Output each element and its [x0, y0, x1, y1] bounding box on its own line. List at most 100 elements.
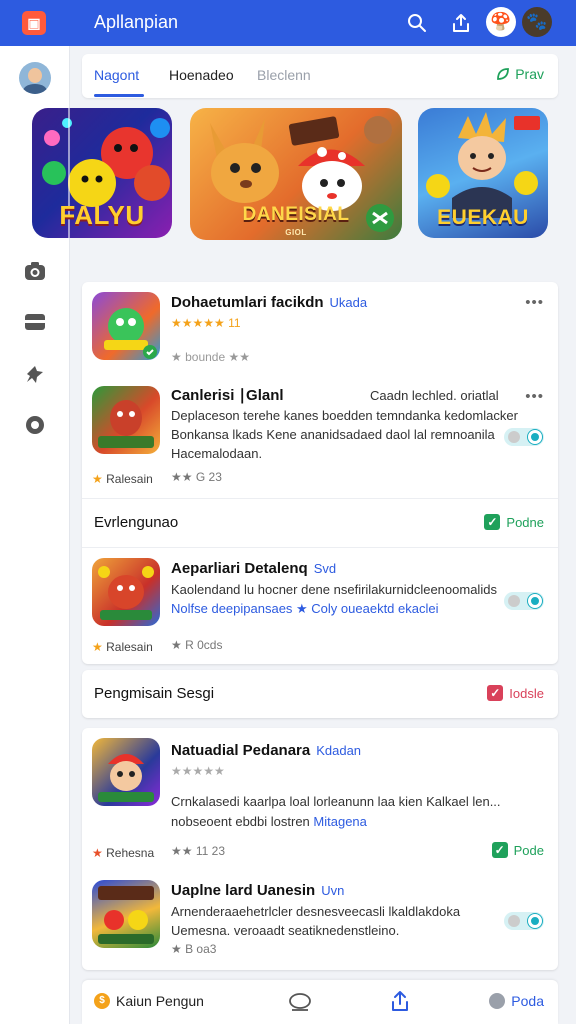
app-tag[interactable]: Svd	[314, 561, 336, 576]
meta-label: Ralesain	[106, 472, 153, 486]
enable-toggle[interactable]	[504, 592, 544, 610]
top-app-bar: ▣ Apllanpian 🍄 🐾	[0, 0, 576, 46]
more-options-icon[interactable]: •••	[525, 294, 544, 311]
search-icon[interactable]	[404, 10, 430, 36]
desc-link[interactable]: Mitagena	[313, 814, 366, 829]
app-meta: ★ Ralesain	[92, 472, 153, 486]
iodsle-button[interactable]: ✓ Iodsle	[487, 685, 544, 701]
section-card: Pengmisain Sesgi ✓ Iodsle	[82, 670, 558, 718]
pin-icon[interactable]	[22, 361, 48, 387]
app-thumbnail	[92, 292, 160, 360]
poda-button[interactable]: Poda	[489, 993, 544, 1009]
meta-label: Rehesna	[106, 846, 155, 860]
star-icon: ★	[92, 846, 103, 860]
tab-bar: Nagont Hoenadeo Bleclenn Prav	[82, 54, 558, 98]
prav-button[interactable]: Prav	[496, 66, 544, 82]
list-item[interactable]: Dohaetumlari facikdn Ukada ★★★★★ 11 ★ bou…	[82, 292, 558, 376]
rating-stars: ★★★★★ 11	[171, 316, 241, 330]
more-options-icon[interactable]: •••	[525, 388, 544, 405]
app-title-text: Aeparliari Detalenq	[171, 560, 308, 577]
app-meta: ★ Rehesna	[92, 846, 154, 860]
chat-icon[interactable]	[288, 992, 312, 1017]
active-tab-indicator	[94, 94, 144, 97]
check-icon: ✓	[487, 685, 504, 701]
tab-hoenadeo[interactable]: Hoenadeo	[169, 67, 234, 83]
app-tag: Caadn lechled. oriatlal	[370, 388, 499, 403]
section-header: Evrlengunao ✓ Podne	[82, 499, 558, 547]
featured-title-2: DANEISIAL	[242, 204, 350, 225]
check-icon: ✓	[491, 842, 508, 858]
featured-card-3[interactable]: EUEKAU	[418, 108, 548, 238]
podne-label: Podne	[506, 514, 544, 530]
app-meta: ★ Ralesain	[92, 640, 153, 654]
profile-avatar[interactable]: 🐾	[522, 7, 552, 37]
app-thumbnail	[92, 386, 160, 454]
app-description: Kaolendand lu hocner dene nsefirilakurni…	[171, 582, 497, 597]
app-title: Aeparliari Detalenq Svd	[171, 560, 336, 577]
app-rating: ★ R 0cds	[171, 638, 223, 652]
enable-toggle[interactable]	[504, 912, 544, 930]
meta-label: Ralesain	[106, 640, 153, 654]
app-description: Arnenderaaehetrlcler desnesveecasli lkal…	[171, 904, 461, 938]
pode-button[interactable]: ✓ Pode	[491, 842, 544, 858]
rating-stars: ★★★★★	[171, 764, 225, 778]
kaiun-pengun-label: Kaiun Pengun	[116, 993, 204, 1009]
app-description-link[interactable]: Nolfse deepipansaes ★ Coly oueaektd ekac…	[171, 599, 531, 618]
card-icon[interactable]	[22, 309, 48, 335]
list-item[interactable]: Natuadial Pedanara Kdadan ★★★★★ Crnkalase…	[82, 738, 558, 862]
app-tag[interactable]: Kdadan	[316, 743, 361, 758]
app-title-text: Uaplne lard Uanesin	[171, 882, 316, 899]
featured-title-3: EUEKAU	[437, 206, 529, 229]
app-list-card: Natuadial Pedanara Kdadan ★★★★★ Crnkalase…	[82, 728, 558, 970]
prav-label: Prav	[515, 66, 544, 82]
app-thumbnail	[92, 558, 160, 626]
app-list-card: Dohaetumlari facikdn Ukada ★★★★★ 11 ★ bou…	[82, 282, 558, 664]
section-label: Evrlengunao	[94, 514, 179, 531]
app-logo-icon[interactable]: ▣	[22, 11, 46, 35]
pode-label: Pode	[513, 842, 544, 858]
camera-icon[interactable]	[22, 258, 48, 284]
app-rating: ★★ G 23	[171, 470, 222, 484]
circle-icon	[489, 993, 506, 1009]
divider	[82, 547, 558, 548]
featured-title-1: FALYU	[59, 200, 145, 230]
featured-card-2[interactable]: DANEISIAL GIOL	[190, 108, 402, 240]
rating-sub: ★ bounde ★★	[171, 350, 250, 364]
poda-label: Poda	[511, 993, 544, 1009]
featured-subtitle-2: GIOL	[285, 228, 307, 237]
app-title-text: Natuadial Pedanara	[171, 742, 311, 759]
list-item[interactable]: Uaplne lard Uanesin Uvn Arnenderaaehetrlc…	[82, 880, 558, 964]
share-icon[interactable]	[448, 10, 474, 36]
leaf-icon	[497, 68, 510, 80]
tab-nagont[interactable]: Nagont	[94, 67, 139, 83]
list-item[interactable]: Aeparliari Detalenq Svd Kaolendand lu hoc…	[82, 558, 558, 658]
desc-tail: nobseoent ebdbi lostren	[171, 814, 310, 829]
kaiun-pengun-button[interactable]: $ Kaiun Pengun	[94, 993, 204, 1009]
app-title: Apllanpian	[94, 12, 179, 32]
app-description: Deplaceson terehe kanes boedden temndank…	[171, 408, 518, 461]
app-tag[interactable]: Uvn	[321, 883, 344, 898]
section-header: Pengmisain Sesgi ✓ Iodsle	[82, 670, 558, 718]
tab-bleclenn[interactable]: Bleclenn	[257, 67, 311, 83]
app-title: Canlerisi ∣Glanl	[171, 387, 284, 404]
location-icon[interactable]	[22, 412, 48, 438]
podne-button[interactable]: ✓ Podne	[484, 514, 544, 530]
app-rating: ★★ 11 23	[171, 844, 225, 858]
coin-icon: $	[94, 993, 110, 1009]
app-title: Uaplne lard Uanesin Uvn	[171, 882, 344, 899]
featured-card-1[interactable]: FALYU	[32, 108, 172, 238]
user-avatar[interactable]	[19, 62, 51, 94]
app-description-2: nobseoent ebdbi lostren Mitagena	[171, 812, 531, 831]
check-icon: ✓	[484, 514, 501, 530]
iodsle-label: Iodsle	[509, 685, 544, 701]
star-icon: ★	[92, 472, 103, 486]
upload-icon[interactable]	[390, 990, 410, 1017]
enable-toggle[interactable]	[504, 428, 544, 446]
list-item[interactable]: Canlerisi ∣Glanl Caadn lechled. oriatlal…	[82, 386, 558, 490]
mushroom-avatar[interactable]: 🍄	[486, 7, 516, 37]
app-title: Natuadial Pedanara Kdadan	[171, 742, 361, 759]
app-description: Crnkalasedi kaarlpa loal lorleanunn laa …	[171, 794, 501, 809]
section-label: Pengmisain Sesgi	[94, 685, 215, 702]
app-title-text: Dohaetumlari facikdn	[171, 294, 324, 311]
app-tag[interactable]: Ukada	[330, 295, 368, 310]
